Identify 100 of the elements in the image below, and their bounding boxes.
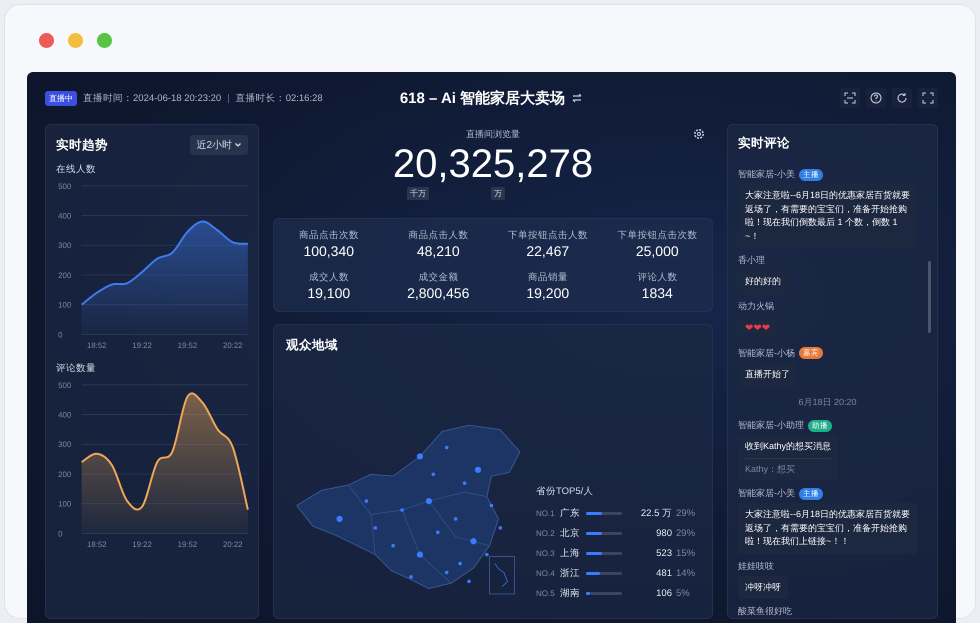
- x-tick-label: 20:22: [222, 341, 243, 350]
- percent-label: 15%: [676, 548, 696, 559]
- comment-bubble: ❤❤❤: [738, 316, 778, 340]
- rank-label: NO.2: [536, 529, 556, 538]
- comment-author: 智能家居-小美: [738, 487, 795, 500]
- stat-label: 商品点击次数: [298, 229, 359, 242]
- x-tick-label: 19:52: [178, 540, 198, 550]
- stat-value: 2,800,456: [407, 285, 470, 301]
- percent-label: 5%: [676, 588, 691, 599]
- range-dropdown[interactable]: 近2小时: [190, 135, 248, 155]
- comment-bubble: 好的好的: [738, 270, 788, 294]
- chart-label: 在线人数: [56, 163, 97, 176]
- help-button[interactable]: [866, 88, 886, 108]
- comment-author: 动力火锅: [738, 300, 774, 312]
- stat-label: 商品点击人数: [408, 229, 468, 242]
- chevron-down-icon: [234, 141, 242, 149]
- stat-label: 成交人数: [308, 271, 349, 284]
- panel-title: 观众地域: [286, 337, 339, 354]
- percent-label: 29%: [676, 508, 696, 519]
- comment-author: 智能家居-小杨: [738, 346, 795, 360]
- stat-value: 100,340: [303, 243, 354, 259]
- x-tick-label: 19:52: [178, 341, 198, 350]
- x-tick-label: 19:22: [132, 341, 152, 350]
- y-tick-label: 200: [58, 270, 72, 280]
- comment-bubble: 冲呀冲呀: [738, 576, 788, 599]
- comment-author: 香小理: [738, 254, 765, 267]
- scrollbar[interactable]: [928, 261, 931, 333]
- y-tick-label: 300: [58, 440, 72, 450]
- panel-title: 实时趋势: [56, 136, 108, 154]
- province-name: 上海: [560, 547, 581, 560]
- views-count: 20,325,278: [392, 141, 594, 187]
- panel-title: 实时评论: [738, 135, 791, 152]
- x-tick-label: 19:22: [132, 540, 152, 550]
- minimize-dot[interactable]: [68, 33, 83, 48]
- unit-tag: 万: [491, 187, 505, 200]
- stat-value: 25,000: [636, 243, 679, 259]
- stat-value: 22,467: [526, 243, 570, 259]
- viewer-count: 22.5 万: [640, 507, 672, 520]
- separator: |: [227, 92, 230, 104]
- y-tick-label: 400: [58, 410, 72, 420]
- rank-label: NO.1: [536, 509, 556, 518]
- settings-icon[interactable]: [693, 128, 705, 140]
- maximize-dot[interactable]: [97, 33, 112, 48]
- scan-icon: [844, 92, 856, 104]
- comment-author: 智能家居-小美: [738, 168, 795, 181]
- comment-author: 娃娃吱吱: [738, 560, 774, 572]
- stat-label: 商品销量: [528, 271, 568, 284]
- live-duration: 直播时长：02:16:28: [236, 92, 323, 104]
- comment-bubble: 大家注意啦--6月18日的优惠家居百货就要返场了，有需要的宝宝们，准备开始抢购啦！现在我们倒数最后 1 个数，倒数 1 ~！: [738, 184, 917, 248]
- y-tick-label: 200: [58, 470, 72, 479]
- stat-value: 19,200: [526, 285, 570, 301]
- views-label: 直播间浏览量: [466, 128, 520, 141]
- y-tick-label: 0: [58, 330, 63, 340]
- y-tick-label: 500: [58, 380, 72, 390]
- ranking-title: 省份TOP5/人: [536, 485, 594, 498]
- x-tick-label: 18:52: [86, 341, 107, 350]
- dashboard-title: 618 – Ai 智能家居大卖场: [400, 88, 566, 108]
- viewer-count: 523: [655, 548, 672, 559]
- close-dot[interactable]: [39, 33, 54, 48]
- refresh-icon: [896, 92, 908, 104]
- province-name: 浙江: [560, 567, 581, 580]
- comment-bubble: 大家注意啦--6月18日的优惠家居百货就要返场了，有需要的宝宝们，准备开始抢购啦！现在我们上链接~！！: [738, 503, 917, 554]
- comment-author: 酸菜鱼很好吃: [738, 605, 792, 618]
- x-tick-label: 18:52: [86, 540, 107, 550]
- rank-label: NO.3: [536, 549, 556, 558]
- y-tick-label: 100: [58, 500, 72, 509]
- y-tick-label: 500: [58, 182, 72, 191]
- live-badge: 直播中: [45, 90, 77, 106]
- stat-label: 下单按钮点击人数: [508, 229, 588, 242]
- refresh-button[interactable]: [892, 88, 912, 108]
- stat-value: 48,210: [416, 243, 460, 259]
- fullscreen-button[interactable]: [918, 88, 938, 108]
- help-icon: [870, 92, 882, 104]
- percent-label: 29%: [676, 528, 696, 539]
- y-tick-label: 300: [58, 241, 72, 250]
- y-tick-label: 100: [58, 300, 72, 310]
- unit-tag: 千万: [407, 187, 429, 200]
- rank-label: NO.5: [536, 589, 556, 598]
- fullscreen-icon: [922, 92, 934, 104]
- province-name: 北京: [560, 527, 581, 540]
- stat-value: 19,100: [307, 285, 350, 301]
- comment-author: 智能家居-小助理: [738, 419, 804, 432]
- timestamp: 6月18日 20:20: [797, 396, 858, 409]
- province-name: 广东: [560, 507, 581, 520]
- scan-button[interactable]: [840, 88, 860, 108]
- percent-label: 14%: [676, 568, 696, 579]
- y-tick-label: 0: [58, 529, 63, 538]
- province-name: 湖南: [560, 587, 581, 600]
- stat-label: 评论人数: [637, 271, 678, 284]
- live-time: 直播时间：2024-06-18 20:23:20: [83, 92, 222, 104]
- viewer-count: 481: [655, 568, 672, 579]
- chart-label: 评论数量: [56, 362, 97, 375]
- x-tick-label: 20:22: [222, 540, 243, 550]
- quoted-text: Kathy：想买: [745, 462, 796, 476]
- viewer-count: 106: [655, 588, 672, 599]
- y-tick-label: 400: [58, 211, 72, 220]
- rank-label: NO.4: [536, 569, 556, 578]
- stat-label: 成交金额: [418, 271, 458, 284]
- stat-value: 1834: [642, 285, 673, 301]
- swap-icon[interactable]: [571, 92, 584, 104]
